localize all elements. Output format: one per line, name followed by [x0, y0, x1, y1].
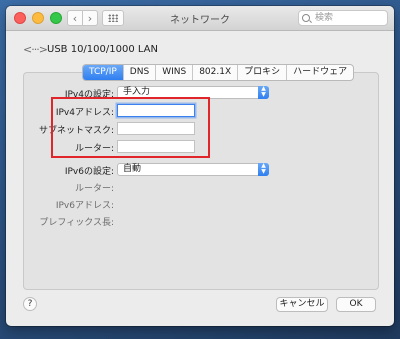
ethernet-icon: <···>: [23, 43, 48, 56]
prefix-length-label: プレフィックス長:: [39, 218, 114, 228]
select-arrows-icon: ▲ ▼: [258, 163, 269, 176]
ipv6-config-select[interactable]: 自動 ▲ ▼: [117, 163, 269, 176]
tab-hardware[interactable]: ハードウェア: [286, 65, 353, 80]
tab-proxy[interactable]: プロキシ: [237, 65, 286, 80]
tab-bar: TCP/IP DNS WINS 802.1X プロキシ ハードウェア: [82, 64, 355, 81]
search-field[interactable]: 検索: [298, 10, 388, 26]
device-name: USB 10/100/1000 LAN: [47, 44, 159, 55]
select-arrows-icon: ▲ ▼: [258, 86, 269, 99]
tab-dns[interactable]: DNS: [122, 65, 155, 80]
highlight-box: [51, 97, 210, 158]
ok-button[interactable]: OK: [336, 297, 376, 312]
tab-wins[interactable]: WINS: [155, 65, 192, 80]
ipv6-router-label: ルーター:: [74, 184, 114, 194]
tab-tcpip[interactable]: TCP/IP: [83, 65, 123, 80]
ipv6-config-label: IPv6の設定:: [64, 167, 114, 177]
ipv6-config-value: 自動: [123, 164, 142, 174]
title-bar: ‹ › ネットワーク 検索: [6, 6, 394, 31]
ipv6-address-label: IPv6アドレス:: [55, 201, 114, 211]
ipv4-config-value: 手入力: [123, 87, 151, 97]
cancel-button[interactable]: キャンセル: [276, 297, 328, 312]
help-button[interactable]: ?: [23, 297, 37, 311]
prefix-length-row: プレフィックス長:: [26, 214, 114, 228]
ipv6-config-row: IPv6の設定:: [26, 163, 114, 177]
tab-8021x[interactable]: 802.1X: [192, 65, 237, 80]
network-preferences-window: ‹ › ネットワーク 検索 <···> USB 10/100/1000 LAN …: [6, 6, 394, 326]
ipv6-router-row: ルーター:: [26, 180, 114, 194]
search-placeholder: 検索: [315, 13, 334, 23]
search-icon: [302, 14, 310, 22]
ipv6-address-row: IPv6アドレス:: [26, 197, 114, 211]
